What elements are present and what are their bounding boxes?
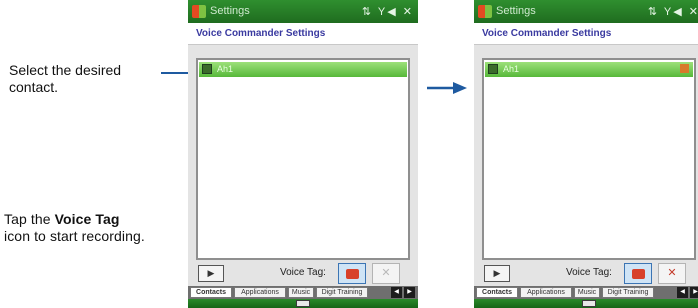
callout-tap-suffix: icon to start recording. [4,228,145,244]
voice-tag-button[interactable] [338,263,366,284]
tab-digit-training[interactable]: Digit Training [316,287,368,298]
status-icons[interactable]: ⇅ Y◀ ✕ [648,5,698,18]
tab-scroll-right-icon[interactable]: ▶ [404,287,415,298]
device-screen-after: Settings ⇅ Y◀ ✕ Voice Commander Settings… [474,0,698,308]
settings-header: Voice Commander Settings [188,23,418,45]
keyboard-icon[interactable] [582,300,596,307]
windows-start-icon[interactable] [192,5,206,18]
window-title: Settings [496,5,536,17]
contact-list[interactable]: Ah1 [196,58,410,260]
soft-key-bar [474,299,698,308]
contact-name: Ah1 [217,64,234,74]
voice-tag-icon [632,269,645,279]
tab-bar: Contacts Applications Music Digit Traini… [474,286,698,299]
delete-icon: ✕ [381,267,391,279]
play-button[interactable]: ▶ [484,265,510,282]
play-icon: ▶ [493,268,501,278]
tab-scroll-right-icon[interactable]: ▶ [690,287,698,298]
callout-tap-prefix: Tap the [4,211,51,227]
contact-list[interactable]: Ah1 [482,58,696,260]
device-screen-before: Settings ⇅ Y◀ ✕ Voice Commander Settings… [188,0,418,308]
contact-name: Ah1 [503,64,520,74]
play-button[interactable]: ▶ [198,265,224,282]
callout-select-contact-text: Select the desired contact. [9,62,122,95]
voice-tag-indicator-icon [680,64,689,73]
window-title: Settings [210,5,250,17]
title-bar: Settings ⇅ Y◀ ✕ [188,0,418,23]
tab-applications[interactable]: Applications [234,287,286,298]
keyboard-icon[interactable] [296,300,310,307]
tab-applications[interactable]: Applications [520,287,572,298]
settings-header-text: Voice Commander Settings [196,28,326,39]
delete-button[interactable]: ✕ [658,263,686,284]
tab-bar: Contacts Applications Music Digit Traini… [188,286,418,299]
status-icons[interactable]: ⇅ Y◀ ✕ [362,5,414,18]
voice-tag-button[interactable] [624,263,652,284]
soft-key-bar [188,299,418,308]
settings-header: Voice Commander Settings [474,23,698,45]
tab-music[interactable]: Music [574,287,600,298]
title-bar: Settings ⇅ Y◀ ✕ [474,0,698,23]
arrow-right-icon [427,82,467,94]
callout-voice-tag: Tap the Voice Tag icon to start recordin… [4,211,189,245]
tab-contacts[interactable]: Contacts [476,287,518,298]
tab-contacts[interactable]: Contacts [190,287,232,298]
tab-scroll-left-icon[interactable]: ◀ [391,287,402,298]
delete-icon: ✕ [667,267,677,279]
delete-button[interactable]: ✕ [372,263,400,284]
callout-tap-bold: Voice Tag [54,211,120,227]
tab-digit-training[interactable]: Digit Training [602,287,654,298]
voice-tag-icon [346,269,359,279]
tab-scroll-left-icon[interactable]: ◀ [677,287,688,298]
voice-tag-label: Voice Tag: [566,267,612,278]
play-icon: ▶ [207,268,215,278]
voice-tag-label: Voice Tag: [280,267,326,278]
voice-toolbar: ▶ Voice Tag: ✕ [188,262,418,286]
callout-select-contact: Select the desired contact. [9,62,159,96]
tab-music[interactable]: Music [288,287,314,298]
windows-start-icon[interactable] [478,5,492,18]
contact-row-selected[interactable]: Ah1 [199,62,407,77]
voice-toolbar: ▶ Voice Tag: ✕ [474,262,698,286]
settings-header-text: Voice Commander Settings [482,28,612,39]
contact-row-selected[interactable]: Ah1 [485,62,693,77]
contact-card-icon [488,64,498,74]
contact-card-icon [202,64,212,74]
